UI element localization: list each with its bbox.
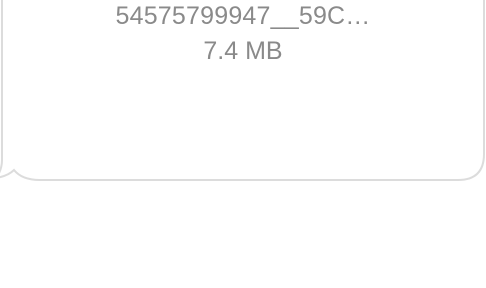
file-size-label: 7.4 MB [203, 37, 283, 65]
message-view: 54575799947__59C… 7.4 MB [0, 0, 486, 288]
file-attachment-bubble[interactable]: 54575799947__59C… 7.4 MB [0, 0, 486, 190]
file-name-label: 54575799947__59C… [115, 2, 371, 30]
